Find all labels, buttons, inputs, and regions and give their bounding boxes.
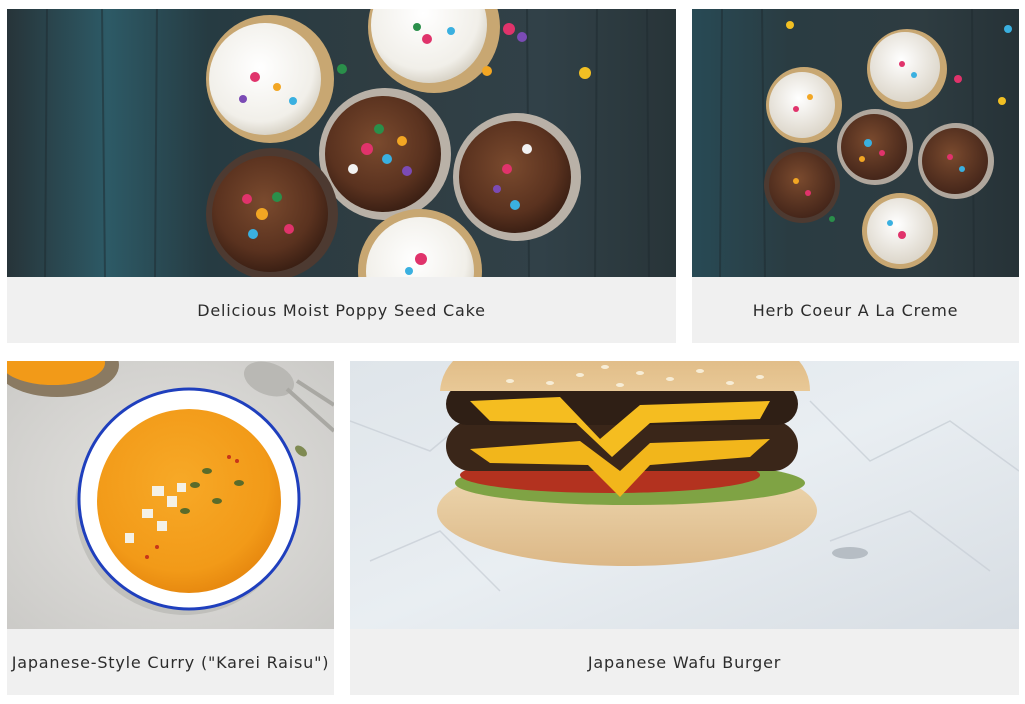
recipe-image-cupcakes[interactable] xyxy=(7,9,676,277)
recipe-title[interactable]: Delicious Moist Poppy Seed Cake xyxy=(197,301,486,320)
recipe-caption: Japanese Wafu Burger xyxy=(350,629,1019,695)
recipe-title[interactable]: Japanese Wafu Burger xyxy=(588,653,781,672)
recipe-title[interactable]: Japanese-Style Curry ("Karei Raisu") xyxy=(12,653,330,672)
recipe-title[interactable]: Herb Coeur A La Creme xyxy=(753,301,959,320)
recipe-caption: Delicious Moist Poppy Seed Cake xyxy=(7,277,676,343)
recipe-card-herb-coeur-a-la-creme[interactable]: Herb Coeur A La Creme xyxy=(692,9,1019,344)
recipe-card-japanese-wafu-burger[interactable]: Japanese Wafu Burger xyxy=(350,361,1019,696)
recipe-caption: Japanese-Style Curry ("Karei Raisu") xyxy=(7,629,334,695)
recipe-image-burger[interactable] xyxy=(350,361,1019,629)
recipe-caption: Herb Coeur A La Creme xyxy=(692,277,1019,343)
recipe-image-cupcakes-top-view[interactable] xyxy=(692,9,1019,277)
recipe-card-poppy-seed-cake[interactable]: Delicious Moist Poppy Seed Cake xyxy=(7,9,676,344)
recipe-card-japanese-style-curry[interactable]: Japanese-Style Curry ("Karei Raisu") xyxy=(7,361,334,696)
recipe-image-curry-soup[interactable] xyxy=(7,361,334,629)
